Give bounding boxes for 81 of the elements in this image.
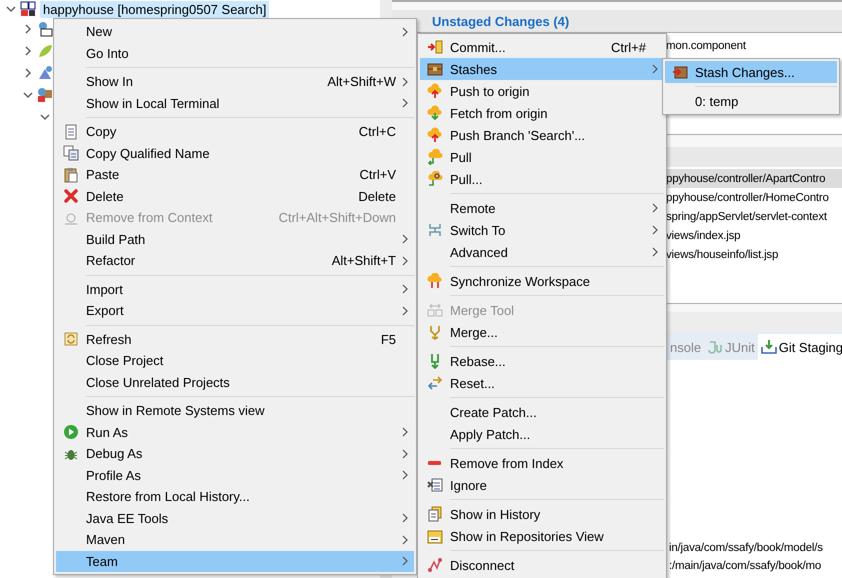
chest-icon bbox=[427, 61, 443, 77]
cloud-up-icon bbox=[427, 83, 443, 99]
merge-icon bbox=[427, 324, 443, 340]
menu-item[interactable]: Rebase... bbox=[420, 350, 664, 372]
menu-item[interactable]: Push Branch 'Search'... bbox=[420, 124, 664, 146]
menu-item[interactable]: 0: temp bbox=[665, 90, 837, 112]
disconnect-icon bbox=[427, 557, 443, 573]
menu-item[interactable]: Show In Alt+Shift+W bbox=[56, 71, 414, 92]
menu-item[interactable]: Team bbox=[56, 550, 414, 572]
menu-item[interactable]: Reset... bbox=[420, 372, 664, 394]
cloud-down-icon bbox=[427, 105, 443, 121]
menu-item[interactable]: Refactor Alt+Shift+T bbox=[56, 250, 414, 272]
view-tab[interactable]: Git Staging bbox=[758, 334, 842, 360]
menu-item[interactable]: Apply Patch... bbox=[420, 423, 664, 445]
menu-item[interactable]: Profile As bbox=[56, 464, 414, 486]
cloud-up-icon bbox=[427, 127, 443, 143]
menu-item[interactable]: Remove from Index bbox=[420, 452, 664, 474]
menu-item[interactable]: Show in Repositories View bbox=[420, 525, 664, 547]
menu-item[interactable]: Switch To bbox=[420, 219, 664, 241]
menu-item[interactable]: Remote bbox=[420, 197, 664, 219]
menu-item[interactable]: Export bbox=[56, 300, 414, 322]
menu-item[interactable]: Debug As bbox=[56, 443, 414, 464]
menu-item[interactable]: Build Path bbox=[56, 228, 414, 250]
menu-item[interactable]: Merge... bbox=[420, 321, 664, 343]
chevron-right-icon[interactable] bbox=[23, 46, 33, 56]
menu-item[interactable]: Go Into bbox=[56, 42, 414, 64]
reset-icon bbox=[427, 375, 443, 391]
menu-item[interactable]: Restore from Local History... bbox=[56, 486, 414, 508]
menu-item[interactable]: Import bbox=[56, 278, 414, 300]
menu-item[interactable]: Pull bbox=[420, 146, 664, 168]
junit-icon bbox=[707, 339, 724, 355]
commit-icon bbox=[427, 39, 443, 55]
menu-item[interactable]: Fetch from origin bbox=[420, 102, 664, 124]
menu-item[interactable]: Disconnect bbox=[420, 554, 664, 576]
menu-item[interactable]: Copy Ctrl+C bbox=[56, 121, 414, 142]
tree-item[interactable]: happyhouse [homespring0507 Search] bbox=[40, 0, 270, 18]
delete-icon bbox=[63, 188, 79, 204]
menu-item[interactable]: Refresh F5 bbox=[56, 328, 414, 350]
menu-item[interactable]: Advanced bbox=[420, 241, 664, 263]
copy-icon bbox=[63, 124, 79, 140]
menu-item[interactable]: Maven bbox=[56, 529, 414, 550]
menu-item[interactable]: New bbox=[56, 21, 414, 42]
menu-item[interactable]: Close Project bbox=[56, 350, 414, 372]
history-icon bbox=[427, 506, 443, 522]
repository-icon bbox=[427, 528, 443, 544]
refresh-icon bbox=[63, 331, 79, 348]
copy-icon bbox=[63, 145, 79, 162]
ignore-icon bbox=[427, 477, 443, 493]
section-title[interactable]: Unstaged Changes (4) bbox=[432, 14, 570, 28]
file-path[interactable]: mon.component bbox=[666, 40, 746, 52]
menu-item[interactable]: Java EE Tools bbox=[56, 508, 414, 529]
menu-item[interactable]: Delete Delete bbox=[56, 186, 414, 207]
menu-item[interactable]: Show in Remote Systems view bbox=[56, 400, 414, 422]
merge-tool-icon bbox=[427, 302, 443, 318]
menu-item[interactable]: Stashes bbox=[420, 58, 664, 80]
menu-item[interactable]: Show in History bbox=[420, 503, 664, 525]
switch-icon bbox=[427, 222, 443, 238]
git-staging-icon bbox=[760, 339, 777, 355]
menu-item[interactable]: Pull... bbox=[420, 168, 664, 190]
menu-item[interactable]: Stash Changes... bbox=[665, 61, 837, 83]
menu-item[interactable]: Ignore bbox=[420, 474, 664, 496]
menu-item[interactable]: Synchronize Workspace bbox=[420, 270, 664, 292]
menu-item[interactable]: Commit... Ctrl+# bbox=[420, 36, 664, 58]
menu-item[interactable]: Close Unrelated Projects bbox=[56, 372, 414, 393]
run-icon bbox=[63, 424, 79, 440]
menu-item[interactable]: Show in Local Terminal bbox=[56, 92, 414, 114]
clipboard-icon bbox=[63, 166, 79, 183]
chevron-right-icon[interactable] bbox=[23, 24, 33, 34]
cloud-down-icon bbox=[427, 149, 443, 165]
menu-item[interactable]: Paste Ctrl+V bbox=[56, 164, 414, 186]
chevron-down-icon[interactable] bbox=[6, 4, 16, 14]
menu-item[interactable]: Run As bbox=[56, 422, 414, 443]
menu-item[interactable]: Copy Qualified Name bbox=[56, 142, 414, 164]
sync-icon bbox=[427, 273, 443, 289]
chevron-down-icon[interactable] bbox=[23, 90, 33, 100]
menu-item[interactable]: Push to origin bbox=[420, 80, 664, 102]
chevron-down-icon[interactable] bbox=[40, 112, 50, 122]
cloud-question-icon bbox=[427, 171, 443, 187]
menu-item[interactable]: Create Patch... bbox=[420, 401, 664, 423]
chevron-right-icon[interactable] bbox=[23, 68, 33, 78]
chest-icon bbox=[672, 64, 688, 80]
